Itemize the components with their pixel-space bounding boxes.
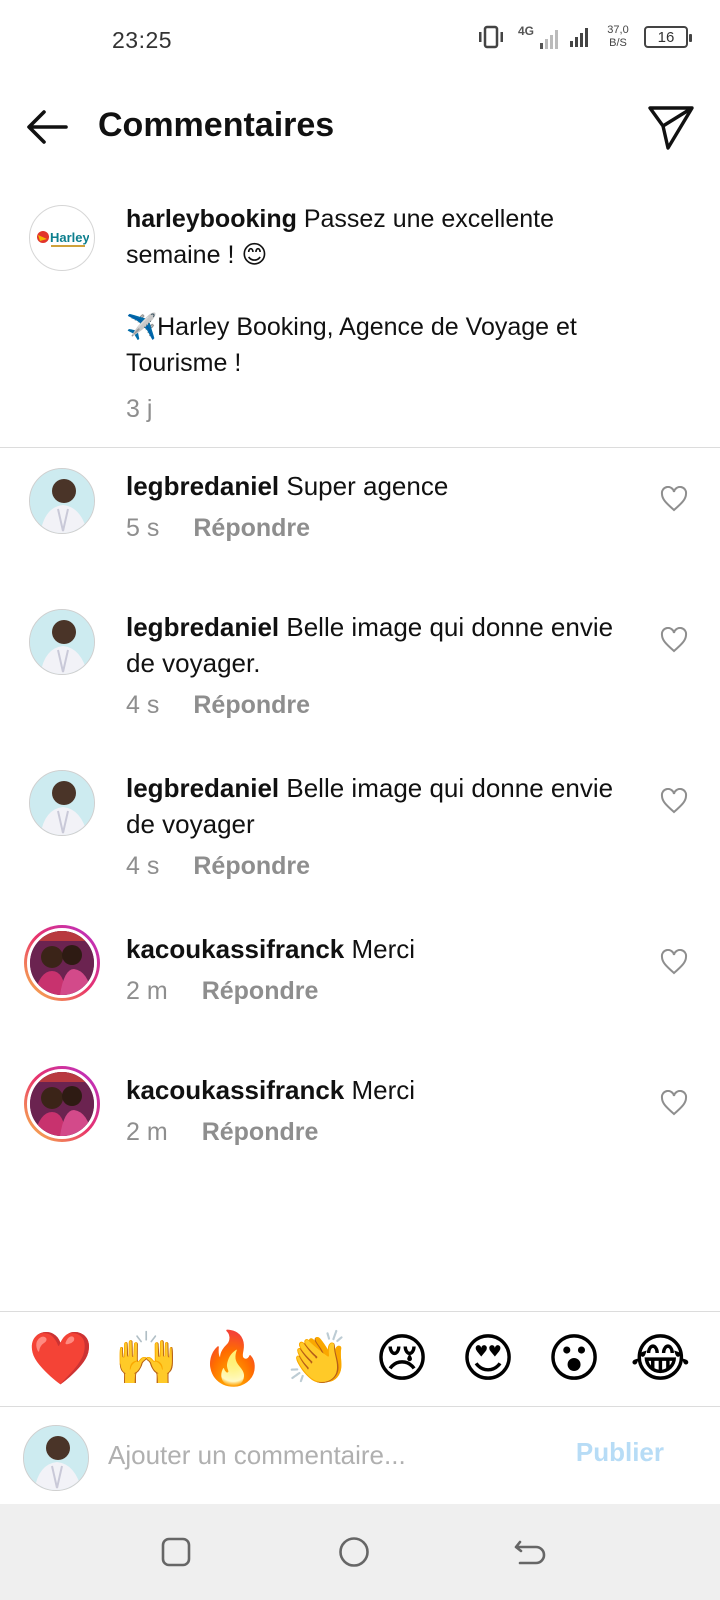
emoji-quick-bar: ❤️ 🙌 🔥 👏 😢 😍 😮 😂 (0, 1311, 720, 1407)
fire-emoji-button[interactable]: 🔥 (200, 1329, 265, 1389)
comment-time: 2 m (126, 977, 168, 1005)
comment-text: Merci (344, 1075, 416, 1105)
raising-hands-emoji-button[interactable]: 🙌 (114, 1329, 179, 1389)
avatar[interactable] (29, 468, 95, 534)
reply-button[interactable]: Répondre (202, 973, 319, 1009)
paper-plane-icon[interactable] (646, 102, 696, 152)
reply-button[interactable]: Répondre (193, 687, 310, 723)
comment-body: kacoukassifranck Merci 2 m Répondre (126, 931, 646, 1009)
caption-line1: harleybooking Passez une excellente sema… (126, 201, 646, 273)
crying-emoji-button[interactable]: 😢 (372, 1329, 432, 1389)
caption-body: harleybooking Passez une excellente sema… (126, 201, 646, 427)
status-icons: 4G 37,0 B/S 16 (476, 24, 692, 50)
laughing-emoji-button[interactable]: 😂 (630, 1329, 691, 1389)
back-nav-icon[interactable] (512, 1534, 548, 1570)
caption-line2: ✈️Harley Booking, Agence de Voyage et To… (126, 313, 577, 377)
comment-input[interactable] (108, 1431, 538, 1479)
heart-icon[interactable] (660, 486, 688, 512)
battery-level: 16 (657, 28, 675, 46)
caption-username[interactable]: harleybooking (126, 205, 297, 233)
comment-time: 2 m (126, 1118, 168, 1146)
header: Commentaires (0, 82, 720, 172)
clapping-emoji-button[interactable]: 👏 (286, 1329, 351, 1389)
comment-username[interactable]: legbredaniel (126, 612, 279, 642)
comment-username[interactable]: legbredaniel (126, 773, 279, 803)
comment-body: legbredaniel Super agence 5 s Répondre (126, 468, 646, 546)
comment-username[interactable]: kacoukassifranck (126, 934, 344, 964)
heart-icon[interactable] (660, 788, 688, 814)
harley-logo-icon: Harley (37, 230, 89, 247)
avatar[interactable] (29, 770, 95, 836)
heart-eyes-emoji-button[interactable]: 😍 (458, 1329, 518, 1389)
comment-composer: Publier (0, 1407, 720, 1504)
avatar-story-ring[interactable] (24, 925, 100, 1001)
post-caption: Harley harleybooking Passez une excellen… (0, 185, 720, 448)
signal-4g-icon: 4G (518, 24, 558, 50)
arrow-left-icon[interactable] (22, 102, 72, 152)
net-speed-value: 37,0 (607, 24, 629, 36)
status-bar: 23:25 4G 37,0 B/S 16 (0, 0, 720, 82)
reply-button[interactable]: Répondre (202, 1114, 319, 1150)
svg-text:Harley: Harley (50, 230, 89, 245)
harley-logo-avatar[interactable]: Harley (29, 205, 95, 271)
comment-body: legbredaniel Belle image qui donne envie… (126, 770, 646, 884)
reply-button[interactable]: Répondre (193, 510, 310, 546)
signal-bars-icon (570, 28, 588, 47)
status-time: 23:25 (112, 27, 173, 53)
reply-button[interactable]: Répondre (193, 848, 310, 884)
page-title: Commentaires (98, 106, 335, 144)
comment-body: legbredaniel Belle image qui donne envie… (126, 609, 646, 723)
heart-icon[interactable] (660, 627, 688, 653)
battery-icon: 16 (644, 26, 692, 48)
home-icon[interactable] (336, 1534, 372, 1570)
heart-icon[interactable] (660, 1090, 688, 1116)
comment-username[interactable]: kacoukassifranck (126, 1075, 344, 1105)
comment-body: kacoukassifranck Merci 2 m Répondre (126, 1072, 646, 1150)
comment-time: 4 s (126, 852, 160, 880)
comment-username[interactable]: legbredaniel (126, 471, 279, 501)
current-user-avatar (23, 1425, 89, 1491)
publish-button[interactable]: Publier (576, 1437, 664, 1468)
heart-emoji-button[interactable]: ❤️ (28, 1329, 93, 1389)
avatar-story-ring[interactable] (24, 1066, 100, 1142)
heart-icon[interactable] (660, 949, 688, 975)
surprised-emoji-button[interactable]: 😮 (544, 1329, 604, 1389)
net-speed: 37,0 B/S (604, 24, 632, 50)
system-nav-bar (0, 1504, 720, 1600)
comment-text: Merci (344, 934, 416, 964)
vibrate-icon (479, 25, 503, 49)
caption-time: 3 j (126, 395, 153, 423)
comment-time: 4 s (126, 691, 160, 719)
recent-apps-icon[interactable] (158, 1534, 194, 1570)
comment-text: Super agence (279, 471, 449, 501)
net-speed-unit: B/S (609, 37, 627, 49)
comment-time: 5 s (126, 514, 160, 542)
avatar[interactable] (29, 609, 95, 675)
